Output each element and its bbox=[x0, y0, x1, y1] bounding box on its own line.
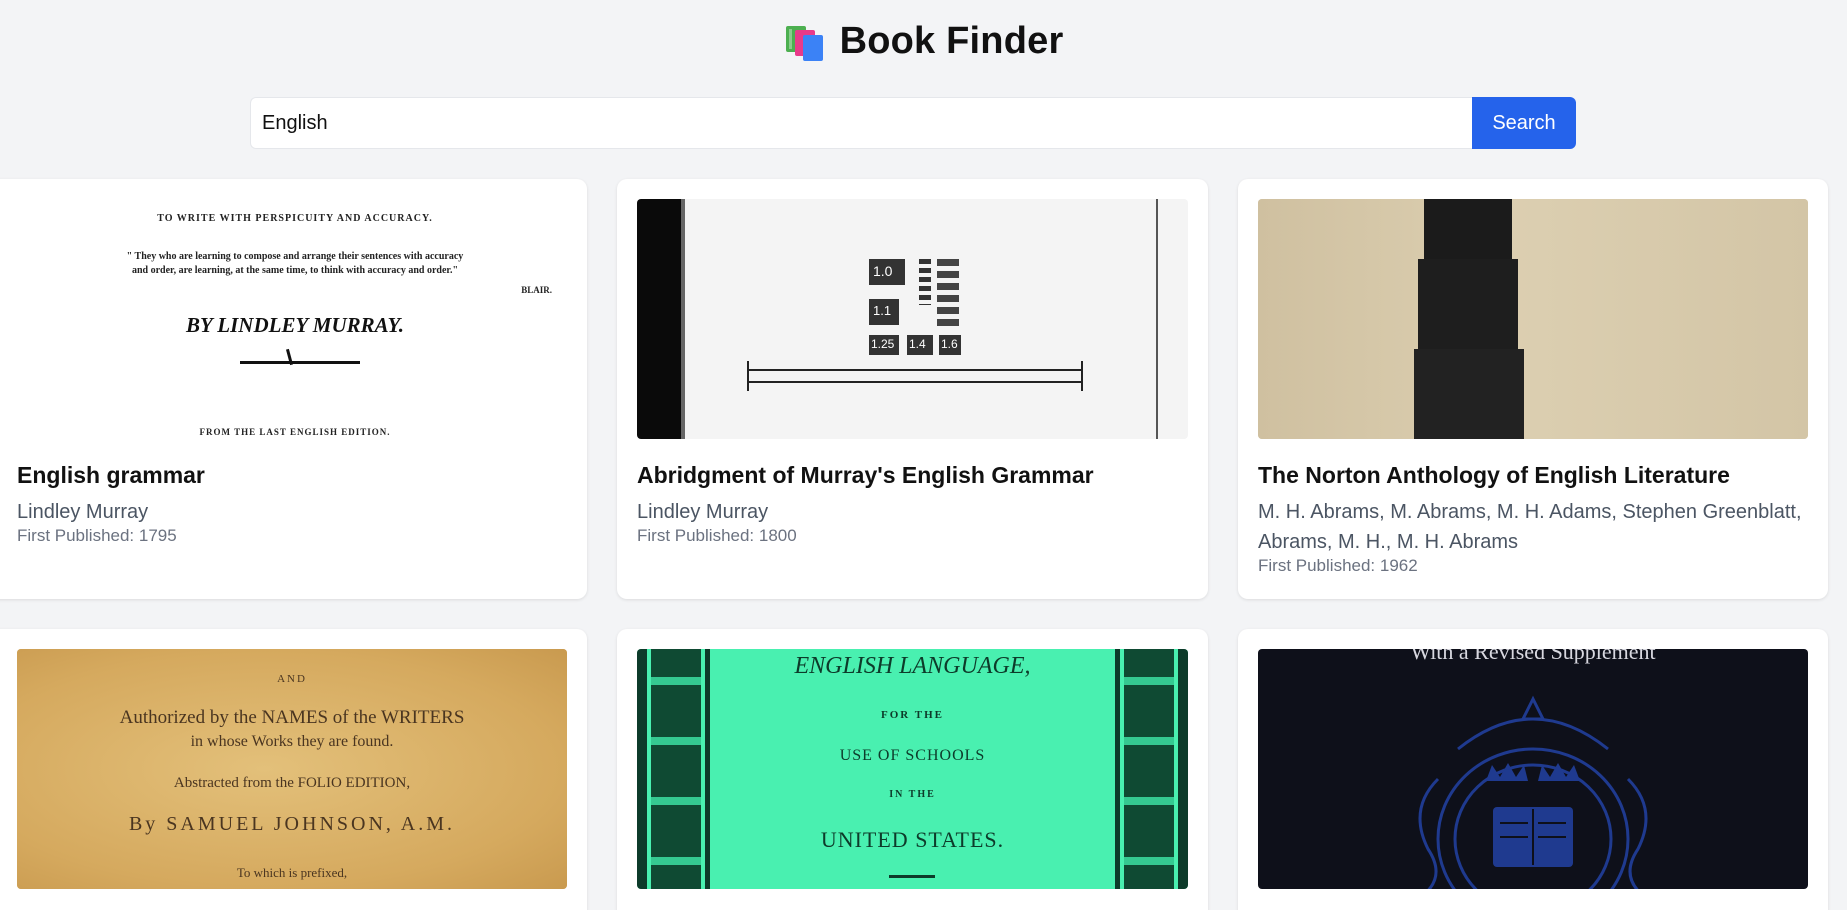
page-title: Book Finder bbox=[839, 20, 1064, 62]
cover-text: BLAIR. bbox=[521, 285, 552, 295]
book-author: M. H. Abrams, M. Abrams, M. H. Adams, St… bbox=[1258, 501, 1802, 553]
book-year: First Published: 1962 bbox=[1258, 556, 1418, 575]
cover-text: in whose Works they are found. bbox=[190, 733, 394, 750]
cover-text: FROM THE LAST ENGLISH EDITION. bbox=[199, 427, 391, 437]
cover-text: FOR THE bbox=[880, 709, 944, 721]
cover-text: USE OF SCHOOLS bbox=[839, 747, 986, 764]
cover-text: With a Revised Supplement bbox=[1410, 649, 1656, 664]
book-title[interactable]: Abridgment of Murray's English Grammar bbox=[637, 462, 1094, 489]
book-title[interactable]: English grammar bbox=[17, 462, 205, 489]
cover-text: Abstracted from the FOLIO EDITION, bbox=[173, 775, 411, 791]
book-cover: 1.0 1.1 1.25 1.4 1.6 bbox=[637, 199, 1188, 439]
cover-text: UNITED STATES. bbox=[820, 827, 1005, 852]
search-button[interactable]: Search bbox=[1472, 97, 1576, 149]
cover-text: ENGLISH LANGUAGE, bbox=[794, 653, 1031, 679]
crest-icon bbox=[1418, 695, 1648, 889]
cover-text: 1.6 bbox=[941, 337, 958, 351]
cover-text: By SAMUEL JOHNSON, A.M. bbox=[128, 813, 456, 835]
cover-text: To which is prefixed, bbox=[236, 865, 348, 880]
book-year: First Published: 1800 bbox=[637, 526, 797, 545]
cover-text: and order, are learning, at the same tim… bbox=[132, 265, 458, 276]
book-card[interactable]: 1.0 1.1 1.25 1.4 1.6 Abridgment of Murra… bbox=[617, 179, 1208, 599]
book-cover: TO WRITE WITH PERSPICUITY AND ACCURACY. … bbox=[20, 199, 570, 439]
book-card[interactable]: AND Authorized by the NAMES of the WRITE… bbox=[0, 629, 587, 910]
book-title[interactable]: The Norton Anthology of English Literatu… bbox=[1258, 462, 1730, 489]
book-card[interactable]: The Norton Anthology of English Literatu… bbox=[1238, 179, 1828, 599]
cover-text: 1.1 bbox=[873, 303, 892, 318]
cover-text: 1.4 bbox=[909, 337, 926, 351]
cover-text: 1.0 bbox=[873, 263, 893, 279]
book-author: Lindley Murray bbox=[637, 501, 769, 523]
book-author: Lindley Murray bbox=[17, 501, 149, 523]
cover-text: BY LINDLEY MURRAY. bbox=[186, 313, 404, 337]
cover-text: AND bbox=[277, 673, 307, 685]
book-card[interactable]: With a Revised Supplement bbox=[1238, 629, 1828, 910]
book-year: First Published: 1795 bbox=[17, 526, 177, 545]
book-cover: With a Revised Supplement bbox=[1258, 649, 1808, 889]
books-icon bbox=[784, 22, 826, 62]
search-input[interactable] bbox=[250, 97, 1472, 149]
book-cover: AND Authorized by the NAMES of the WRITE… bbox=[17, 649, 567, 889]
cover-text: " They who are learning to compose and a… bbox=[126, 251, 464, 262]
book-card[interactable]: ENGLISH LANGUAGE, FOR THE USE OF SCHOOLS… bbox=[617, 629, 1208, 910]
cover-text: IN THE bbox=[889, 789, 936, 800]
app-header: Book Finder bbox=[0, 20, 1847, 63]
book-card[interactable]: TO WRITE WITH PERSPICUITY AND ACCURACY. … bbox=[0, 179, 587, 599]
book-cover bbox=[1258, 199, 1808, 439]
cover-text: 1.25 bbox=[871, 337, 895, 351]
cover-text: Authorized by the NAMES of the WRITERS bbox=[119, 707, 465, 728]
search-bar: Search bbox=[250, 97, 1576, 149]
book-cover: ENGLISH LANGUAGE, FOR THE USE OF SCHOOLS… bbox=[637, 649, 1188, 889]
cover-text: TO WRITE WITH PERSPICUITY AND ACCURACY. bbox=[157, 213, 433, 224]
